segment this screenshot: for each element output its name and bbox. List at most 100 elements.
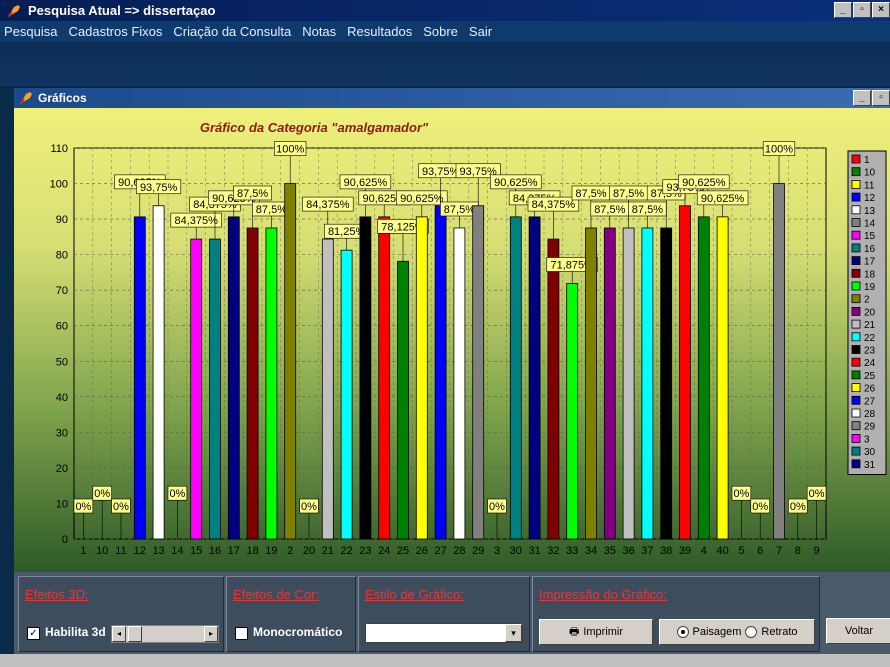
legend-label: 18 xyxy=(864,269,876,280)
effects3d-slider[interactable]: ◂ ▸ xyxy=(111,625,219,643)
radio-retrato[interactable] xyxy=(745,626,758,638)
legend-label: 11 xyxy=(864,180,875,191)
slider-left-icon[interactable]: ◂ xyxy=(112,626,126,642)
bar xyxy=(190,238,203,540)
style-title: Estilo de Gráfico: xyxy=(365,587,464,602)
legend-label: 26 xyxy=(864,384,876,395)
bar xyxy=(566,283,579,540)
menu-criacao[interactable]: Criação da Consulta xyxy=(173,24,291,39)
legend-label: 15 xyxy=(864,231,876,242)
child-minimize-button[interactable]: _ xyxy=(853,90,871,106)
data-label: 87,5% xyxy=(594,204,625,216)
window-controls: _ ▫ × xyxy=(834,2,890,18)
x-tick-label: 18 xyxy=(246,545,258,557)
bar xyxy=(378,216,391,540)
bar xyxy=(265,227,278,540)
status-bar xyxy=(0,654,890,667)
bar xyxy=(453,227,466,540)
maximize-button[interactable]: ▫ xyxy=(853,2,871,18)
legend-swatch xyxy=(851,268,861,278)
color-panel: Efeitos de Cor: Monocromático xyxy=(226,576,356,652)
data-label: 0% xyxy=(169,488,185,500)
bar xyxy=(679,205,691,540)
data-label: 0% xyxy=(752,501,768,513)
x-tick-label: 34 xyxy=(585,545,597,557)
x-tick-label: 5 xyxy=(738,545,744,557)
legend-swatch xyxy=(851,332,861,342)
radio-paisagem[interactable] xyxy=(676,626,689,638)
y-tick-label: 50 xyxy=(56,356,68,368)
y-tick-label: 100 xyxy=(50,179,68,191)
x-tick-label: 10 xyxy=(96,545,108,557)
chart-style-select[interactable]: ▾ xyxy=(365,623,523,643)
bar xyxy=(152,205,165,540)
print-button[interactable]: 🖶 Imprimir xyxy=(539,619,653,645)
voltar-label: Voltar xyxy=(844,625,874,637)
bar xyxy=(660,227,673,540)
legend-swatch xyxy=(851,256,861,266)
minimize-button[interactable]: _ xyxy=(834,2,852,18)
habilita3d-checkbox[interactable]: ✓ xyxy=(27,627,40,640)
data-label: 90,625% xyxy=(344,177,388,189)
legend-label: 21 xyxy=(864,320,876,331)
bar xyxy=(321,238,334,540)
window-title: Pesquisa Atual => dissertaçao xyxy=(28,3,216,18)
menu-sair[interactable]: Sair xyxy=(469,24,492,39)
data-label: 0% xyxy=(113,501,129,513)
legend-label: 30 xyxy=(864,447,876,458)
legend-label: 16 xyxy=(864,244,876,255)
bar xyxy=(359,216,372,540)
print-button-label: Imprimir xyxy=(583,626,624,638)
slider-right-icon[interactable]: ▸ xyxy=(204,626,218,642)
x-tick-label: 4 xyxy=(701,545,707,557)
y-tick-label: 40 xyxy=(56,392,68,404)
legend-label: 29 xyxy=(864,422,876,433)
legend-label: 28 xyxy=(864,409,876,420)
legend-swatch xyxy=(851,243,861,253)
x-tick-label: 20 xyxy=(303,545,315,557)
data-label: 0% xyxy=(301,501,317,513)
close-button[interactable]: × xyxy=(872,2,890,18)
x-tick-label: 14 xyxy=(171,545,183,557)
window-title-bar: Pesquisa Atual => dissertaçao _ ▫ × xyxy=(0,0,890,21)
x-tick-label: 1 xyxy=(80,545,86,557)
data-label: 87,5% xyxy=(237,188,268,200)
menu-pesquisa[interactable]: Pesquisa xyxy=(4,24,57,39)
bar xyxy=(603,227,616,540)
x-tick-label: 6 xyxy=(757,545,763,557)
data-label: 90,625% xyxy=(701,193,745,205)
child-maximize-button[interactable]: ▫ xyxy=(872,90,890,106)
slider-thumb[interactable] xyxy=(128,626,142,642)
legend-label: 3 xyxy=(864,434,870,445)
voltar-button[interactable]: Voltar xyxy=(826,618,890,644)
legend-swatch xyxy=(851,230,861,240)
x-tick-label: 32 xyxy=(547,545,559,557)
x-tick-label: 26 xyxy=(416,545,428,557)
menu-resultados[interactable]: Resultados xyxy=(347,24,412,39)
menu-cadastros[interactable]: Cadastros Fixos xyxy=(68,24,162,39)
legend-label: 17 xyxy=(864,257,876,268)
legend-label: 31 xyxy=(864,460,876,471)
child-window-title: Gráficos xyxy=(38,91,87,105)
menu-notas[interactable]: Notas xyxy=(302,24,336,39)
legend-swatch xyxy=(851,306,861,316)
bar xyxy=(716,216,729,540)
x-tick-label: 22 xyxy=(340,545,352,557)
bar xyxy=(284,183,297,540)
monocromatico-checkbox[interactable] xyxy=(235,627,248,640)
menu-sobre[interactable]: Sobre xyxy=(423,24,458,39)
legend-label: 13 xyxy=(864,206,876,217)
monocromatico-label: Monocromático xyxy=(253,625,343,639)
chevron-down-icon[interactable]: ▾ xyxy=(505,624,522,642)
legend-label: 23 xyxy=(864,346,876,357)
bar xyxy=(415,216,428,540)
y-tick-label: 10 xyxy=(56,498,68,510)
legend-swatch xyxy=(851,345,861,354)
habilita3d-label: Habilita 3d xyxy=(45,625,106,639)
x-tick-label: 3 xyxy=(494,545,500,557)
legend-label: 19 xyxy=(864,282,876,293)
y-tick-label: 70 xyxy=(56,285,68,297)
legend-swatch xyxy=(851,408,861,418)
x-tick-label: 2 xyxy=(287,545,293,557)
x-tick-label: 21 xyxy=(322,545,334,557)
